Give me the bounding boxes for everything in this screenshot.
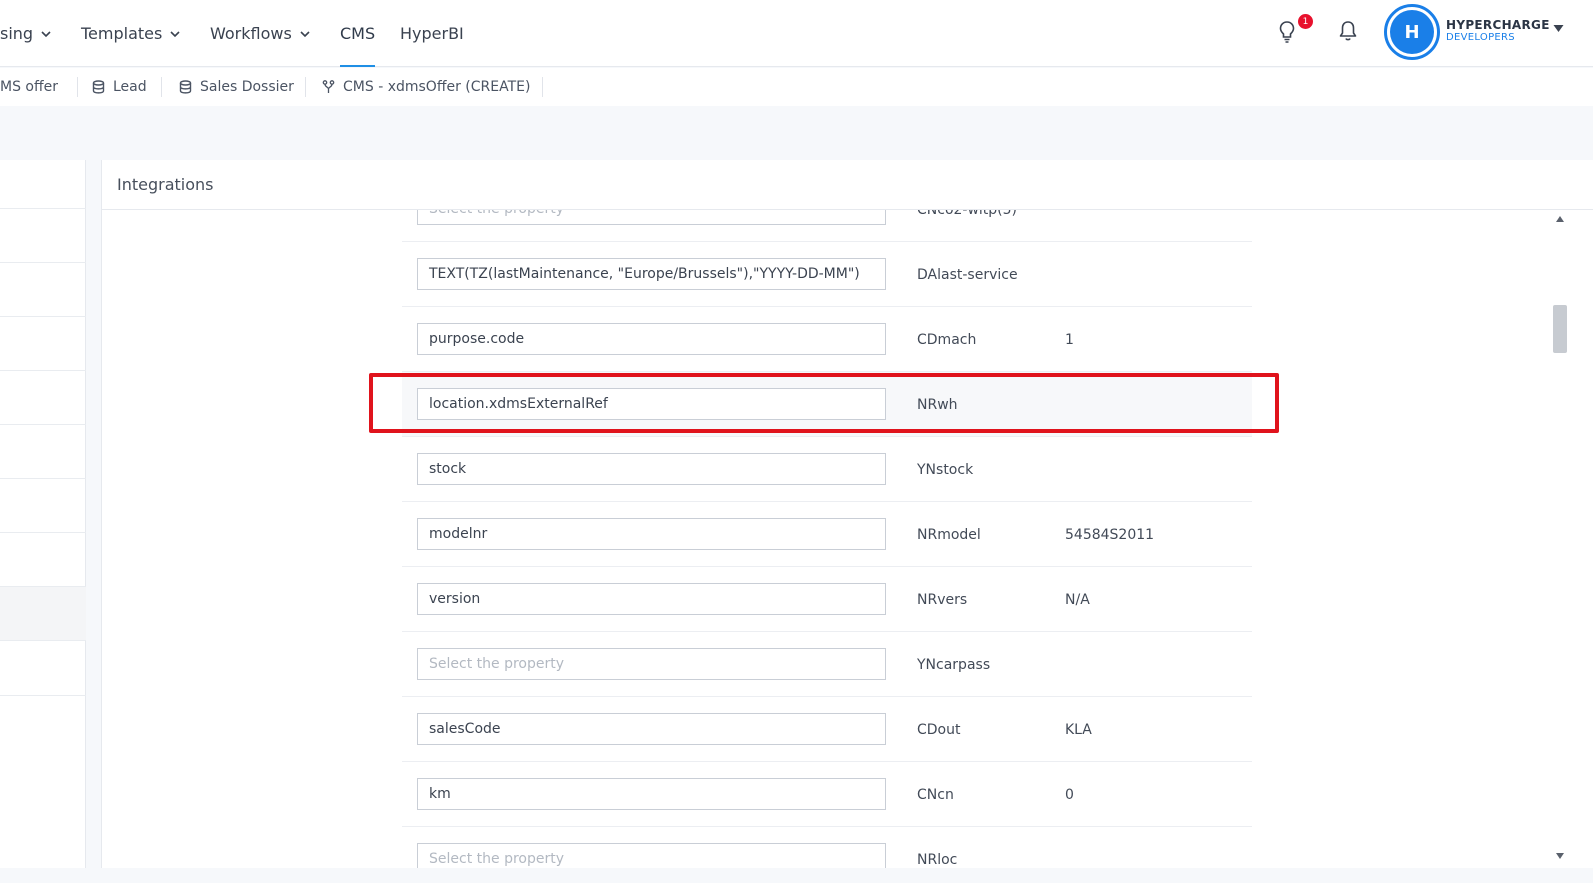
- list-item[interactable]: [0, 640, 86, 696]
- breadcrumb: MS offer Lead Sales Dossier CMS - xdmsOf…: [0, 68, 1593, 106]
- property-input[interactable]: TEXT(TZ(lastMaintenance, "Europe/Brussel…: [417, 258, 886, 290]
- scroll-up-arrow-icon[interactable]: [1555, 215, 1565, 223]
- breadcrumb-divider: [305, 77, 306, 97]
- nav-item-label: CMS: [340, 24, 376, 43]
- nav-item-label: Templates: [81, 24, 163, 43]
- mapping-key: CDmach: [917, 331, 977, 348]
- breadcrumb-label: CMS - xdmsOffer (CREATE): [343, 79, 531, 95]
- integrations-panel: Integrations Select the property CNco2-wl…: [101, 160, 1593, 868]
- mapping-row: purpose.code CDmach 1: [402, 307, 1252, 372]
- breadcrumb-divider: [161, 77, 162, 97]
- nav-item-label: HyperBI: [400, 24, 464, 43]
- property-input[interactable]: modelnr: [417, 518, 886, 550]
- mapping-row: TEXT(TZ(lastMaintenance, "Europe/Brussel…: [402, 242, 1252, 307]
- mapping-key: YNcarpass: [917, 656, 991, 673]
- property-input[interactable]: salesCode: [417, 713, 886, 745]
- mapping-sample-value: 54584S2011: [1065, 526, 1155, 543]
- chevron-down-icon: [170, 30, 180, 37]
- mapping-sample-value: 1: [1065, 331, 1074, 348]
- mapping-key: NRloc: [917, 851, 958, 868]
- highlight-annotation-box: [369, 373, 1279, 433]
- breadcrumb-item-cms-create[interactable]: CMS - xdmsOffer (CREATE): [322, 68, 530, 106]
- mapping-key: CNco2-wltp(5): [917, 210, 1017, 242]
- property-select-placeholder[interactable]: Select the property: [417, 843, 886, 868]
- lightbulb-icon[interactable]: [1278, 20, 1296, 44]
- list-item-selected[interactable]: [0, 586, 86, 640]
- property-input[interactable]: purpose.code: [417, 323, 886, 355]
- list-item[interactable]: [0, 478, 86, 532]
- mapping-key: CDout: [917, 721, 961, 738]
- breadcrumb-item-lead[interactable]: Lead: [92, 68, 147, 106]
- nav-item-templates[interactable]: Templates: [81, 0, 180, 67]
- list-item[interactable]: [0, 370, 86, 424]
- mapping-row: Select the property NRloc: [402, 827, 1252, 868]
- nav-item-label: sing: [0, 24, 34, 43]
- property-input[interactable]: stock: [417, 453, 886, 485]
- breadcrumb-item-offer[interactable]: MS offer: [0, 68, 58, 106]
- list-item[interactable]: [0, 208, 86, 262]
- scroll-down-arrow-icon[interactable]: [1555, 852, 1565, 860]
- mapping-key: DAlast-service: [917, 266, 1018, 283]
- breadcrumb-item-sales-dossier[interactable]: Sales Dossier: [179, 68, 294, 106]
- mapping-row: modelnr NRmodel 54584S2011: [402, 502, 1252, 567]
- list-item[interactable]: [0, 424, 86, 478]
- left-list-panel: [0, 160, 86, 868]
- avatar[interactable]: H: [1384, 4, 1440, 60]
- avatar-letter: H: [1390, 10, 1434, 54]
- notification-badge: 1: [1298, 14, 1313, 29]
- chevron-down-icon: [41, 30, 51, 37]
- top-navigation: sing Templates Workflows CMS HyperBI 1 H…: [0, 0, 1593, 67]
- list-item[interactable]: [0, 532, 86, 586]
- account-brand[interactable]: HYPERCHARGE DEVELOPERS: [1446, 18, 1550, 43]
- list-item[interactable]: [0, 316, 86, 370]
- mapping-row: version NRvers N/A: [402, 567, 1252, 632]
- breadcrumb-divider: [542, 77, 543, 97]
- mapping-sample-value: 0: [1065, 786, 1074, 803]
- account-menu-caret-icon[interactable]: [1553, 24, 1564, 33]
- brand-subtitle: DEVELOPERS: [1446, 32, 1515, 43]
- breadcrumb-label: MS offer: [0, 79, 58, 95]
- breadcrumb-label: Sales Dossier: [200, 79, 294, 95]
- mapping-key: NRmodel: [917, 526, 981, 543]
- bell-icon[interactable]: [1338, 20, 1358, 42]
- chevron-down-icon: [300, 30, 310, 37]
- mapping-sample-value: KLA: [1065, 721, 1092, 738]
- nav-item-cms[interactable]: CMS: [340, 0, 376, 67]
- mapping-row: Select the property YNcarpass: [402, 632, 1252, 697]
- mapping-row: Select the property CNco2-wltp(5): [402, 210, 1252, 242]
- mapping-list: Select the property CNco2-wltp(5) TEXT(TZ(…: [102, 210, 1593, 868]
- mapping-sample-value: N/A: [1065, 591, 1090, 608]
- nav-item-pricing[interactable]: sing: [0, 0, 51, 67]
- fork-icon: [322, 80, 335, 93]
- breadcrumb-label: Lead: [113, 79, 147, 95]
- mapping-key: CNcn: [917, 786, 954, 803]
- property-input[interactable]: km: [417, 778, 886, 810]
- panel-title: Integrations: [117, 174, 214, 194]
- database-icon: [179, 80, 192, 94]
- brand-name: HYPERCHARGE: [1446, 18, 1550, 32]
- mapping-row: salesCode CDout KLA: [402, 697, 1252, 762]
- mapping-row: km CNcn 0: [402, 762, 1252, 827]
- property-select-placeholder[interactable]: Select the property: [417, 648, 886, 680]
- database-icon: [92, 80, 105, 94]
- nav-item-workflows[interactable]: Workflows: [210, 0, 310, 67]
- nav-item-label: Workflows: [210, 24, 292, 43]
- list-item[interactable]: [0, 262, 86, 316]
- nav-item-hyperbi[interactable]: HyperBI: [400, 0, 464, 67]
- breadcrumb-divider: [77, 77, 78, 97]
- mapping-key: NRvers: [917, 591, 968, 608]
- scrollbar-thumb[interactable]: [1553, 305, 1567, 353]
- mapping-key: YNstock: [917, 461, 974, 478]
- property-input[interactable]: version: [417, 583, 886, 615]
- property-select-placeholder[interactable]: Select the property: [417, 210, 886, 225]
- mapping-row: stock YNstock: [402, 437, 1252, 502]
